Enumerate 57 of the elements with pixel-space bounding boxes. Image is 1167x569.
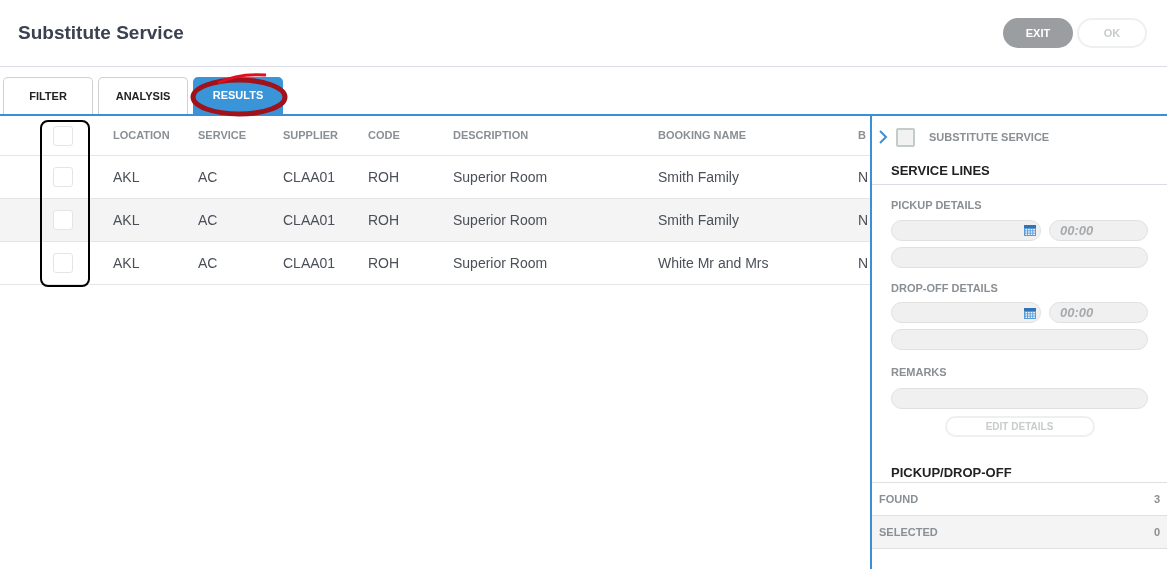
table-cell-text: Smith Family <box>658 210 740 230</box>
address-field[interactable] <box>891 329 1148 350</box>
table-cell-text: Superior Room <box>453 167 549 187</box>
substitute-label: SUBSTITUTE SERVICE <box>929 129 1050 145</box>
remarks-field[interactable] <box>891 387 1148 409</box>
table-cell-text: CLAA01 <box>283 210 337 230</box>
table-cell-text: CLAA01 <box>283 167 337 187</box>
group-label: PICKUP DETAILS <box>891 198 983 213</box>
page-title: Substitute Service <box>18 20 184 45</box>
table-cell-text: AC <box>198 253 219 273</box>
tab[interactable]: ANALYSIS <box>98 77 188 114</box>
table-cell-text: AKL <box>113 210 141 230</box>
substitute-checkbox[interactable] <box>896 127 915 147</box>
time-field[interactable]: 00:00 <box>1049 302 1148 323</box>
summary-value: 3 <box>1153 491 1160 507</box>
section-title: SERVICE LINES <box>891 163 990 178</box>
date-field[interactable] <box>891 302 1041 323</box>
table-cell-text: ROH <box>368 167 401 187</box>
table-cell-text: Smith Family <box>658 167 740 187</box>
column-header: B <box>858 128 867 144</box>
table-cell-text: N <box>858 210 870 230</box>
column-header: BOOKING NAME <box>658 128 747 144</box>
column-header: CODE <box>368 128 401 144</box>
row-checkbox[interactable] <box>53 253 73 273</box>
table-cell-text: AC <box>198 167 219 187</box>
table-cell-text: AKL <box>113 167 141 187</box>
address-field[interactable] <box>891 246 1148 268</box>
group-label: DROP-OFF DETAILS <box>891 280 999 296</box>
table-cell-text: N <box>858 253 870 273</box>
date-field[interactable] <box>891 219 1041 241</box>
column-header: DESCRIPTION <box>453 128 530 144</box>
table-cell-text: ROH <box>368 210 401 230</box>
tab[interactable]: FILTER <box>3 77 93 114</box>
calendar-icon[interactable] <box>1023 305 1037 320</box>
chevron-right-icon[interactable] <box>878 129 888 145</box>
table-cell-text: AC <box>198 210 219 230</box>
exit-button[interactable]: EXIT <box>1003 18 1073 48</box>
table-cell-text: N <box>858 167 870 187</box>
remarks-label: REMARKS <box>891 365 948 380</box>
table-cell-text: Superior Room <box>453 210 549 230</box>
row-checkbox[interactable] <box>53 210 73 230</box>
table-cell-text: ROH <box>368 253 401 273</box>
column-header: SERVICE <box>198 128 248 144</box>
column-header: LOCATION <box>113 128 171 144</box>
table-cell-text: White Mr and Mrs <box>658 253 770 273</box>
summary-label: FOUND <box>879 491 919 507</box>
calendar-icon[interactable] <box>1023 223 1037 237</box>
table-cell-text: CLAA01 <box>283 253 337 273</box>
select-all-checkbox[interactable] <box>53 125 73 146</box>
table-cell-text: Superior Room <box>453 253 549 273</box>
time-field[interactable]: 00:00 <box>1049 219 1148 241</box>
section-title: PICKUP/DROP-OFF <box>891 463 1013 482</box>
summary-value: 0 <box>1153 524 1160 540</box>
column-header: SUPPLIER <box>283 128 339 144</box>
summary-label: SELECTED <box>879 524 938 540</box>
table-cell-text: AKL <box>113 253 141 273</box>
row-checkbox[interactable] <box>53 167 73 187</box>
